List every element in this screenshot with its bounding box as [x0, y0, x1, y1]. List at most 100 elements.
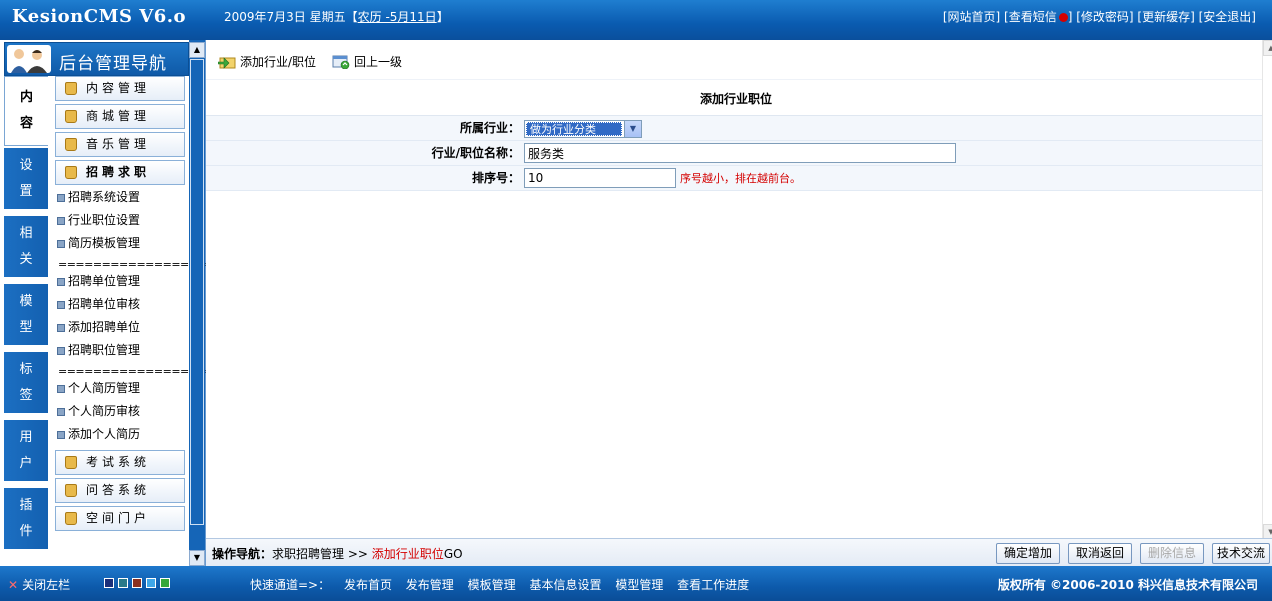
tab-char: 标	[19, 361, 33, 377]
bottom-bar: ✕ 关闭左栏 快速通道=>： 发布首页 发布管理 模板管理 基本信息设置 模型管理…	[0, 566, 1272, 601]
tab-tags[interactable]: 标签	[4, 352, 48, 414]
industry-select[interactable]: 做为行业分类 ▼	[524, 120, 642, 138]
menu-item-job-manage[interactable]: 招聘职位管理	[54, 342, 140, 358]
close-left-label: 关闭左栏	[22, 578, 71, 592]
theme-swatch[interactable]	[132, 578, 142, 588]
menu-group-shop[interactable]: 商城管理	[55, 104, 185, 129]
tab-settings[interactable]: 设置	[4, 148, 48, 210]
order-input[interactable]	[524, 168, 676, 188]
menu-group-label: 招聘求职	[86, 165, 151, 179]
view-messages-link-close[interactable]: ]	[1068, 10, 1073, 24]
theme-swatch[interactable]	[146, 578, 156, 588]
tech-support-button[interactable]: 技术交流	[1212, 543, 1270, 564]
theme-swatch[interactable]	[104, 578, 114, 588]
confirm-add-button[interactable]: 确定增加	[996, 543, 1060, 564]
theme-swatch[interactable]	[160, 578, 170, 588]
tab-char: 容	[19, 116, 33, 131]
breadcrumb-current: 添加行业职位	[371, 547, 444, 561]
quick-link-templates[interactable]: 模板管理	[468, 578, 516, 592]
menu-item-recruit-settings[interactable]: 招聘系统设置	[54, 189, 140, 205]
industry-select-value: 做为行业分类	[526, 122, 622, 136]
main-content: 添加行业/职位 回上一级 添加行业职位 所属行业： 做为行业分类 ▼ 行业/职位…	[206, 40, 1272, 566]
tab-char: 内	[19, 90, 33, 105]
tab-users[interactable]: 用户	[4, 420, 48, 482]
tab-char: 件	[19, 523, 33, 539]
menu-group-label: 问答系统	[86, 483, 151, 497]
add-industry-button[interactable]: 添加行业/职位	[218, 54, 316, 70]
top-links: [网站首页] [查看短信] [修改密码] [更新缓存] [安全退出]	[943, 8, 1256, 25]
tab-char: 模	[19, 293, 33, 309]
menu-item-add-employer[interactable]: 添加招聘单位	[54, 319, 140, 335]
hand-icon	[65, 166, 77, 179]
menu-item-resume-manage[interactable]: 个人简历管理	[54, 380, 140, 396]
hand-icon	[65, 110, 77, 123]
menu-group-label: 考试系统	[86, 455, 151, 469]
tab-char: 插	[19, 497, 33, 513]
date-close: 】	[436, 10, 449, 24]
quick-link-models[interactable]: 模型管理	[615, 578, 663, 592]
hand-icon	[65, 138, 77, 151]
menu-group-space[interactable]: 空间门户	[55, 506, 185, 531]
refresh-cache-link[interactable]: [更新缓存]	[1137, 10, 1194, 24]
chevron-down-icon[interactable]: ▼	[624, 121, 641, 137]
delete-button[interactable]: 删除信息	[1140, 543, 1204, 564]
view-messages-link[interactable]: [查看短信	[1004, 10, 1057, 24]
scroll-up-icon[interactable]: ▲	[189, 42, 205, 58]
tab-related[interactable]: 相关	[4, 216, 48, 278]
row-order: 排序号： 序号越小，排在越前台。	[206, 166, 1266, 191]
tab-char: 型	[19, 319, 33, 335]
people-icon	[7, 45, 51, 73]
menu-item-employer-manage[interactable]: 招聘单位管理	[54, 273, 140, 289]
menu-group-exam[interactable]: 考试系统	[55, 450, 185, 475]
tab-char: 相	[19, 225, 33, 241]
menu-item-resume-templates[interactable]: 简历模板管理	[54, 235, 140, 251]
back-up-icon	[332, 55, 350, 69]
scroll-up-icon[interactable]: ▲	[1263, 40, 1272, 56]
menu-item-resume-review[interactable]: 个人简历审核	[54, 403, 140, 419]
nav-title: 后台管理导航	[59, 54, 167, 74]
date-display: 2009年7月3日 星期五【农历 -5月11日】	[224, 8, 449, 25]
menu-item-add-resume[interactable]: 添加个人简历	[54, 426, 140, 442]
form-title: 添加行业职位	[206, 82, 1266, 116]
scroll-down-icon[interactable]: ▼	[189, 550, 205, 566]
menu-group-music[interactable]: 音乐管理	[55, 132, 185, 157]
menu-group-label: 空间门户	[86, 511, 151, 525]
name-input[interactable]	[524, 143, 956, 163]
scroll-thumb[interactable]	[190, 59, 204, 525]
lunar-date-link[interactable]: 农历 -5月11日	[358, 10, 437, 24]
tab-char: 签	[19, 387, 33, 403]
hand-icon	[65, 82, 77, 95]
close-left-button[interactable]: ✕ 关闭左栏	[8, 576, 70, 593]
breadcrumb-label: 操作导航：	[212, 547, 273, 561]
tab-models[interactable]: 模型	[4, 284, 48, 346]
menu-item-industry-settings[interactable]: 行业职位设置	[54, 212, 140, 228]
left-nav-panel: 后台管理导航 内容 设置 相关 模型 标签 用户 插件 内容管理 商城管理 音乐…	[0, 40, 224, 566]
quick-link-publish-home[interactable]: 发布首页	[344, 578, 392, 592]
breadcrumb-sep: >>	[347, 547, 368, 561]
menu-group-content[interactable]: 内容管理	[55, 76, 185, 101]
quick-link-basic-settings[interactable]: 基本信息设置	[529, 578, 601, 592]
breadcrumb-path[interactable]: 求职招聘管理	[272, 547, 344, 561]
app-logo: KesionCMS V6.o	[12, 6, 187, 27]
menu-area: 内容管理 商城管理 音乐管理 招聘求职 招聘系统设置 行业职位设置 简历模板管理…	[52, 76, 224, 566]
menu-group-recruit[interactable]: 招聘求职	[55, 160, 185, 185]
menu-group-qa[interactable]: 问答系统	[55, 478, 185, 503]
quick-link-progress[interactable]: 查看工作进度	[677, 578, 749, 592]
site-home-link[interactable]: [网站首页]	[943, 10, 1000, 24]
theme-swatch[interactable]	[118, 578, 128, 588]
breadcrumb-go[interactable]: GO	[444, 547, 463, 561]
menu-item-employer-review[interactable]: 招聘单位审核	[54, 296, 140, 312]
toolbar: 添加行业/职位 回上一级	[206, 40, 1266, 80]
cancel-back-button[interactable]: 取消返回	[1068, 543, 1132, 564]
left-scrollbar[interactable]: ▲ ▼	[189, 40, 205, 566]
change-password-link[interactable]: [修改密码]	[1076, 10, 1133, 24]
operation-bar: 操作导航：求职招聘管理 >> 添加行业职位GO 确定增加 取消返回 删除信息 技…	[206, 538, 1272, 566]
quick-link-publish-manage[interactable]: 发布管理	[406, 578, 454, 592]
tab-content[interactable]: 内容	[4, 76, 48, 146]
tab-char: 户	[19, 455, 33, 471]
menu-group-label: 音乐管理	[86, 137, 151, 151]
safe-logout-link[interactable]: [安全退出]	[1199, 10, 1256, 24]
main-scrollbar[interactable]: ▲ ▼	[1262, 40, 1272, 540]
back-up-button[interactable]: 回上一级	[332, 54, 402, 70]
tab-plugins[interactable]: 插件	[4, 488, 48, 550]
